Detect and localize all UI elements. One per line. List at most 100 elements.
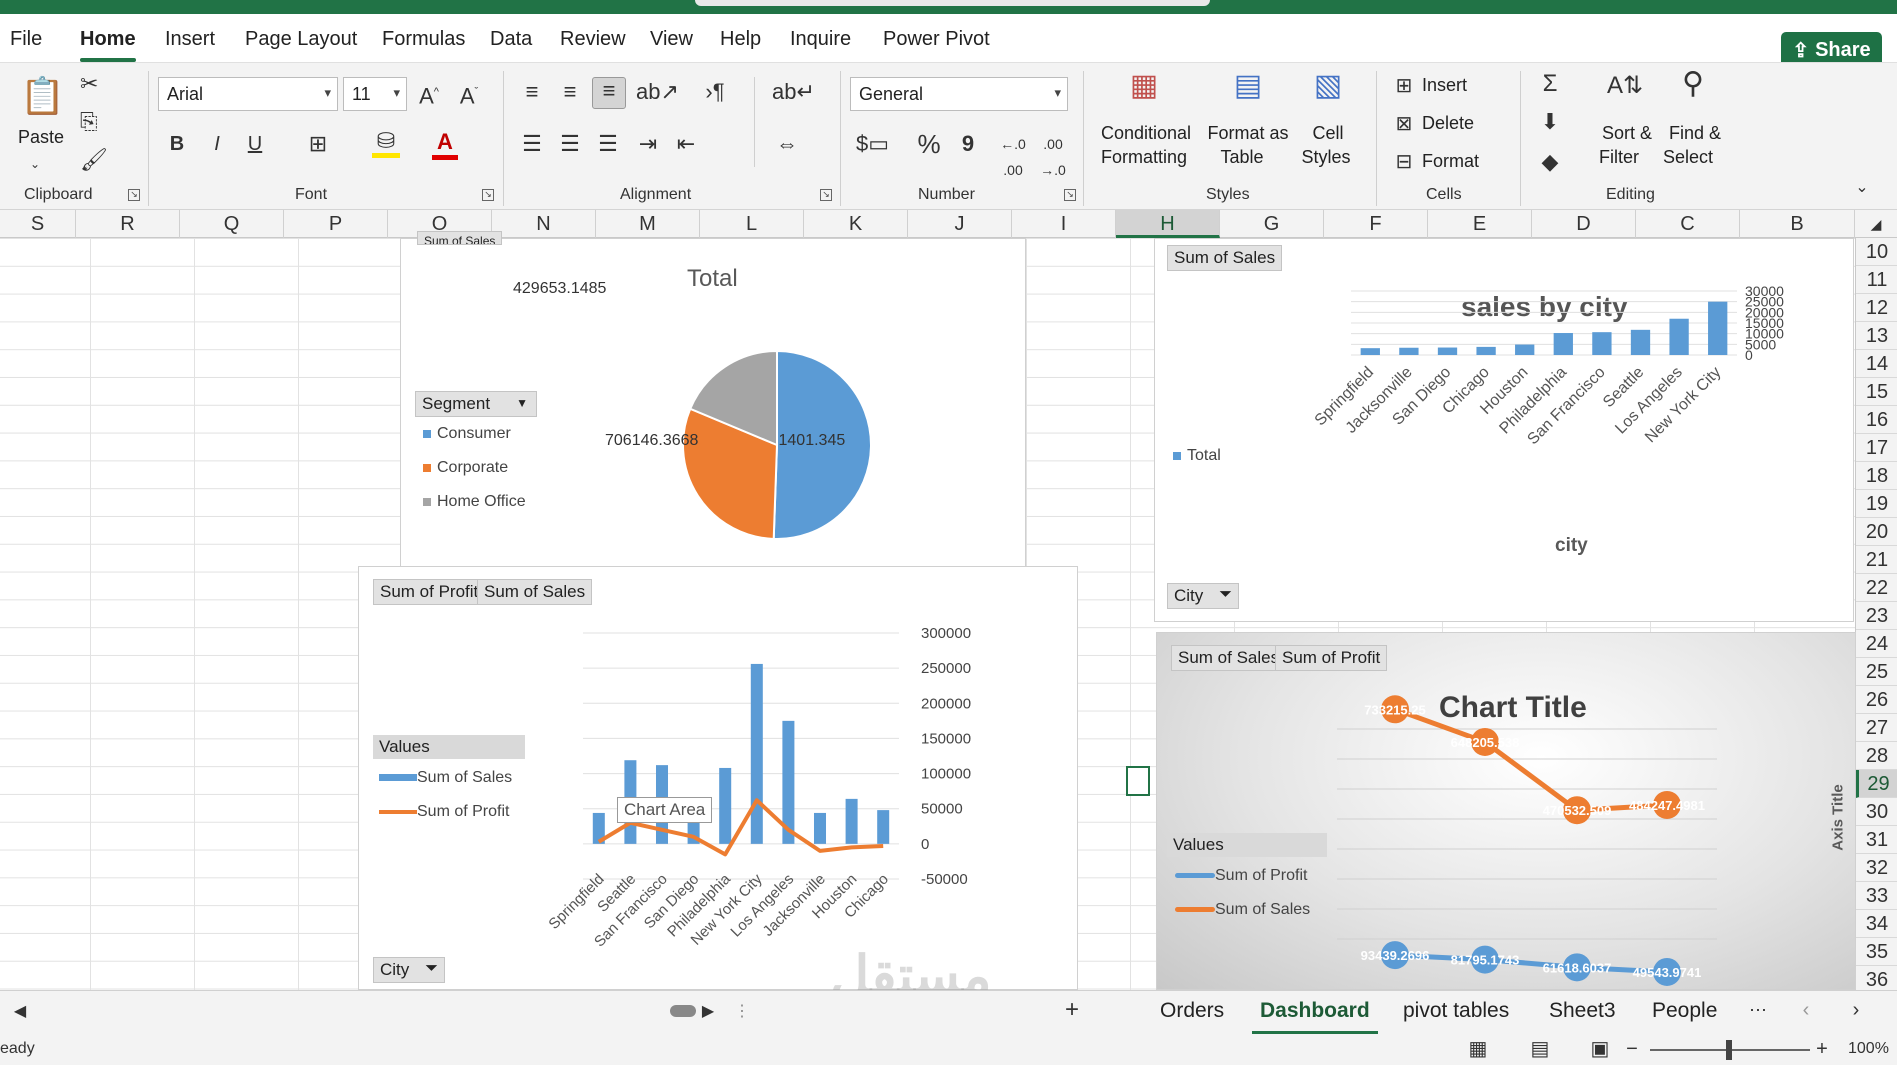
active-cell[interactable] <box>1126 766 1150 796</box>
clear-icon[interactable]: ◆ <box>1536 149 1564 175</box>
row-header[interactable]: 20 <box>1856 518 1897 546</box>
conditional-formatting-label-2[interactable]: Formatting <box>1094 145 1194 169</box>
row-header[interactable]: 33 <box>1856 882 1897 910</box>
city-filter-button[interactable]: City ⏷ <box>373 957 445 983</box>
tab-formulas[interactable]: Formulas <box>382 28 465 51</box>
comma-style-button[interactable]: 9 <box>956 131 980 157</box>
chevron-right-icon[interactable]: › <box>1846 997 1866 1023</box>
column-header[interactable]: B <box>1740 210 1855 238</box>
tab-help[interactable]: Help <box>720 28 761 51</box>
sheet-tab-people[interactable]: People <box>1652 999 1717 1023</box>
cell-styles-label-2[interactable]: Styles <box>1298 145 1354 169</box>
pie-field-button[interactable]: Sum of Sales <box>417 231 503 245</box>
column-header[interactable]: Q <box>180 210 284 238</box>
find-select-label-1[interactable]: Find & <box>1664 121 1726 145</box>
row-header[interactable]: 35 <box>1856 938 1897 966</box>
conditional-formatting-label-1[interactable]: Conditional <box>1096 121 1196 145</box>
select-all-icon[interactable]: ◢ <box>1855 210 1897 238</box>
bold-button[interactable]: B <box>166 131 188 157</box>
row-header[interactable]: 32 <box>1856 854 1897 882</box>
font-color-icon[interactable]: A <box>432 129 458 160</box>
align-right-icon[interactable]: ☰ <box>594 131 622 157</box>
segment-filter-button[interactable]: Segment ▼ <box>415 391 537 417</box>
align-bottom-icon[interactable]: ≡ <box>592 77 626 109</box>
align-left-icon[interactable]: ☰ <box>518 131 546 157</box>
scroll-right-icon[interactable]: ▶ <box>698 999 718 1025</box>
scroll-left-icon[interactable]: ◀ <box>10 999 30 1025</box>
percent-style-button[interactable]: % <box>914 131 944 157</box>
borders-icon[interactable]: ⊞ <box>304 131 332 157</box>
format-as-table-icon[interactable]: ▤ <box>1226 71 1270 113</box>
column-header[interactable]: L <box>700 210 804 238</box>
paste-button[interactable]: Paste <box>18 125 64 149</box>
format-cells-icon[interactable]: ⊟ <box>1392 149 1416 175</box>
accounting-format-icon[interactable]: $▭ <box>856 131 889 157</box>
sales-profit-line-chart[interactable]: Sum of Sales Sum of Profit Chart Title V… <box>1156 632 1856 990</box>
delete-cells-icon[interactable]: ⊠ <box>1392 111 1416 137</box>
fill-icon[interactable]: ⬇ <box>1536 109 1564 135</box>
orientation-icon[interactable]: ab↗ <box>636 79 679 105</box>
sort-filter-label-1[interactable]: Sort & <box>1596 121 1658 145</box>
row-header[interactable]: 18 <box>1856 462 1897 490</box>
column-header[interactable]: R <box>76 210 180 238</box>
column-header[interactable]: S <box>0 210 76 238</box>
chevron-down-icon[interactable]: ⌄ <box>30 151 40 177</box>
format-as-table-label-2[interactable]: Table <box>1200 145 1284 169</box>
column-header[interactable]: J <box>908 210 1012 238</box>
fill-color-icon[interactable]: ⛁ <box>372 129 400 158</box>
align-top-icon[interactable]: ≡ <box>518 79 546 105</box>
autosum-icon[interactable]: Σ <box>1536 71 1564 97</box>
tab-data[interactable]: Data <box>490 28 532 51</box>
format-painter-icon[interactable]: 🖌 <box>80 147 108 173</box>
row-header[interactable]: 34 <box>1856 910 1897 938</box>
tab-page-layout[interactable]: Page Layout <box>245 28 357 51</box>
zoom-level[interactable]: 100% <box>1848 1040 1889 1058</box>
city-filter-button[interactable]: City ⏷ <box>1167 583 1239 609</box>
font-size-select[interactable]: 11 ▾ <box>343 77 407 111</box>
font-name-select[interactable]: Arial ▾ <box>158 77 338 111</box>
wrap-text-icon[interactable]: ab↵ <box>772 79 815 105</box>
new-sheet-icon[interactable]: + <box>1060 997 1084 1023</box>
dialog-launcher-icon[interactable]: ↘ <box>1064 189 1076 201</box>
row-header[interactable]: 10 <box>1856 238 1897 266</box>
zoom-in-icon[interactable]: + <box>1814 1036 1830 1062</box>
page-break-view-icon[interactable]: ▣ <box>1588 1036 1612 1062</box>
decrease-decimal-icon[interactable]: .00 →.0 <box>1036 131 1070 183</box>
format-cells-button[interactable]: Format <box>1422 149 1479 173</box>
row-header[interactable]: 22 <box>1856 574 1897 602</box>
row-header[interactable]: 25 <box>1856 658 1897 686</box>
row-header[interactable]: 31 <box>1856 826 1897 854</box>
column-header-selected[interactable]: H <box>1116 210 1220 238</box>
tab-file[interactable]: File <box>10 28 42 51</box>
column-header[interactable]: E <box>1428 210 1532 238</box>
row-header[interactable]: 13 <box>1856 322 1897 350</box>
delete-cells-button[interactable]: Delete <box>1422 111 1474 135</box>
conditional-formatting-icon[interactable]: ▦ <box>1122 71 1166 113</box>
sales-field-button[interactable]: Sum of Sales <box>477 579 593 605</box>
insert-cells-icon[interactable]: ⊞ <box>1392 73 1416 99</box>
row-header[interactable]: 15 <box>1856 378 1897 406</box>
align-middle-icon[interactable]: ≡ <box>556 79 584 105</box>
tab-inquire[interactable]: Inquire <box>790 28 851 51</box>
tab-power-pivot[interactable]: Power Pivot <box>883 28 990 51</box>
profit-field-button[interactable]: Sum of Profit <box>1275 645 1388 671</box>
dialog-launcher-icon[interactable]: ↘ <box>820 189 832 201</box>
row-header[interactable]: 24 <box>1856 630 1897 658</box>
cut-icon[interactable]: ✂ <box>80 71 98 97</box>
row-header[interactable]: 26 <box>1856 686 1897 714</box>
tab-insert[interactable]: Insert <box>165 28 215 51</box>
number-format-select[interactable]: General ▾ <box>850 77 1068 111</box>
row-header[interactable]: 16 <box>1856 406 1897 434</box>
column-header[interactable]: D <box>1532 210 1636 238</box>
decrease-font-icon[interactable]: Aˇ <box>455 79 483 109</box>
row-header[interactable]: 27 <box>1856 714 1897 742</box>
paste-icon[interactable]: 📋 <box>20 73 65 121</box>
find-select-label-2[interactable]: Select <box>1658 145 1718 169</box>
more-sheets-icon[interactable]: ⋯ <box>1746 997 1770 1023</box>
increase-font-icon[interactable]: A^ <box>415 79 443 109</box>
sales-field-button[interactable]: Sum of Sales <box>1171 645 1287 671</box>
horizontal-scrollbar-thumb[interactable] <box>670 1005 696 1017</box>
dialog-launcher-icon[interactable]: ↘ <box>482 189 494 201</box>
sales-profit-combo-chart[interactable]: Sum of Profit Sum of Sales Values Sum of… <box>358 566 1078 990</box>
row-header[interactable]: 30 <box>1856 798 1897 826</box>
